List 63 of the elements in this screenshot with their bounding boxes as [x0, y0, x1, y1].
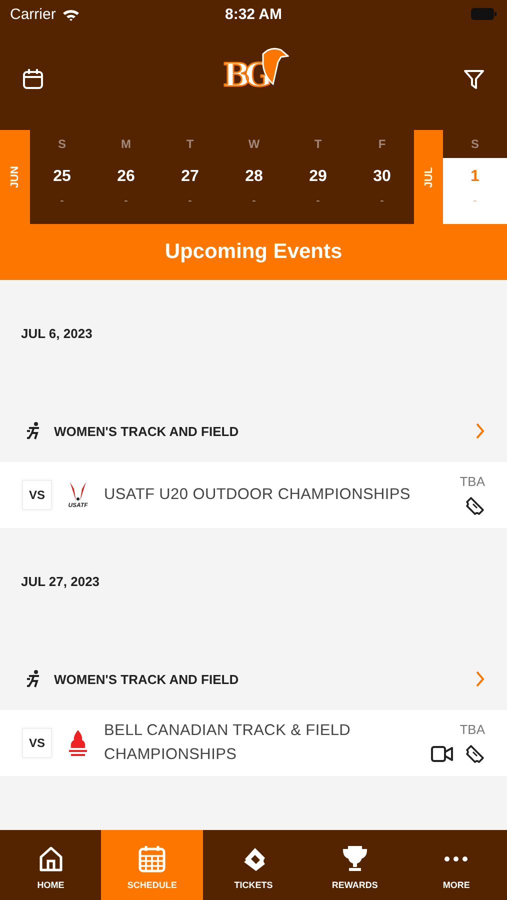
day-number: 28 — [245, 168, 263, 186]
day-number: 25 — [53, 168, 71, 186]
day-number: 30 — [373, 168, 391, 186]
event-title: BELL CANADIAN TRACK & FIELD CHAMPIONSHIPS — [104, 721, 352, 765]
day-cell[interactable]: 25 - — [30, 158, 94, 224]
section-title: Upcoming Events — [164, 240, 342, 264]
weekday-label: M — [120, 136, 132, 153]
weekday-label: T — [185, 136, 195, 153]
event-indicator: - — [473, 195, 477, 207]
video-icon[interactable] — [431, 744, 453, 762]
event-title: USATF U20 OUTDOOR CHAMPIONSHIPS — [104, 485, 412, 505]
ticket-icon[interactable] — [465, 496, 485, 516]
logo: BG — [218, 42, 288, 108]
tab-button[interactable]: TICKETS — [202, 830, 304, 900]
event-card[interactable]: VS BELL CANADIAN TRACK & FIELD CHAMPIONSHIPS TBA — [0, 710, 507, 776]
day-number: 29 — [309, 168, 327, 186]
day-cell[interactable]: 28 - — [222, 158, 286, 224]
month-label: JUN — [9, 166, 21, 188]
day-number: 27 — [181, 168, 199, 186]
sport-title: WOMEN'S TRACK AND FIELD — [54, 672, 240, 686]
runner-icon — [26, 421, 42, 441]
more-icon — [444, 856, 468, 862]
calendar-icon[interactable] — [22, 68, 44, 90]
day-cell[interactable]: 29 - — [286, 158, 350, 224]
day-cell[interactable]: 27 - — [158, 158, 222, 224]
event-date: JUL 27, 2023 — [21, 573, 100, 591]
tab-button[interactable]: MORE — [406, 830, 507, 900]
weekday-label: S — [470, 136, 480, 153]
runner-icon — [26, 669, 42, 689]
event-date: JUL 6, 2023 — [21, 325, 92, 343]
event-indicator: - — [188, 195, 192, 207]
wifi-icon — [62, 8, 80, 20]
event-indicator: - — [380, 195, 384, 207]
clock-time: 8:32 AM — [224, 6, 283, 22]
tab-button[interactable]: REWARDS — [304, 830, 406, 900]
event-indicator: - — [124, 195, 128, 207]
event-indicator: - — [60, 195, 64, 207]
event-time: TBA — [460, 722, 485, 736]
event-indicator: - — [316, 195, 320, 207]
day-number: 1 — [470, 168, 480, 186]
flame-icon — [67, 728, 89, 758]
day-cell[interactable]: 26 - — [94, 158, 158, 224]
tab-button[interactable]: HOME — [0, 830, 102, 900]
event-indicator: - — [252, 195, 256, 207]
event-time: TBA — [460, 474, 485, 488]
month-label: JUL — [422, 166, 434, 188]
sport-row[interactable]: WOMEN'S TRACK AND FIELD — [0, 407, 507, 455]
calendar-icon — [137, 844, 168, 874]
wings-icon — [67, 481, 89, 503]
battery-icon — [470, 8, 497, 20]
weekday-label: W — [247, 136, 261, 153]
day-cell[interactable]: 30 - — [350, 158, 414, 224]
vs-badge: VS — [22, 480, 52, 510]
weekday-label: S — [56, 136, 67, 153]
sport-title: WOMEN'S TRACK AND FIELD — [54, 424, 240, 438]
weekday-label: T — [313, 136, 323, 153]
carrier-label: Carrier — [10, 6, 56, 22]
ticket-icon[interactable] — [465, 744, 485, 764]
vs-badge: VS — [22, 728, 52, 758]
weekday-label: F — [377, 136, 387, 153]
filter-icon[interactable] — [463, 68, 485, 90]
day-number: 26 — [117, 168, 135, 186]
sport-row[interactable]: WOMEN'S TRACK AND FIELD — [0, 655, 507, 703]
